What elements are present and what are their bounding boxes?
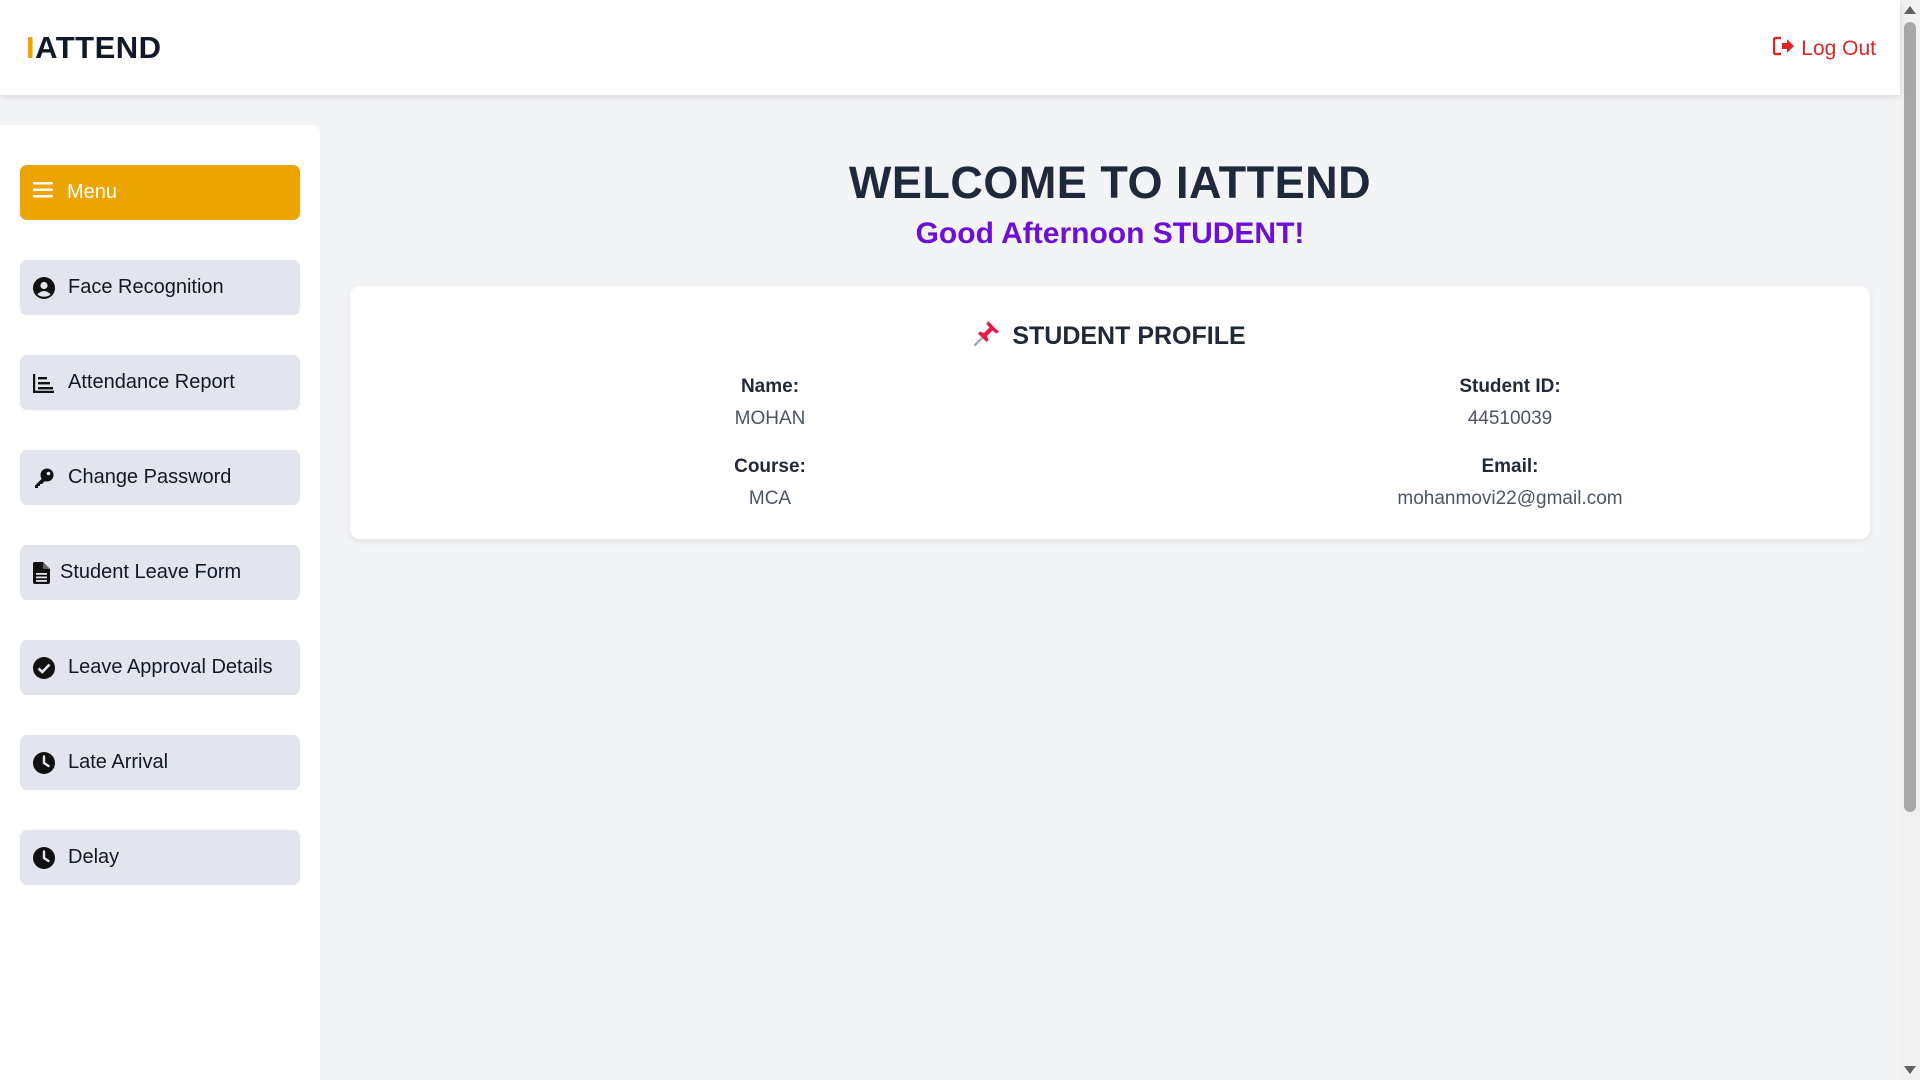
name-value: MOHAN <box>734 408 806 429</box>
name-field: Name: MOHAN <box>570 376 970 430</box>
logout-label: Log Out <box>1801 37 1876 60</box>
document-icon <box>32 561 50 585</box>
pushpin-icon <box>974 320 1000 353</box>
scroll-thumb[interactable] <box>1904 22 1916 812</box>
student-id-field: Student ID: 44510039 <box>1310 376 1710 430</box>
student-id-label: Student ID: <box>1459 376 1561 397</box>
course-label: Course: <box>734 456 806 477</box>
sidebar-item-student-leave-form[interactable]: Student Leave Form <box>20 545 300 600</box>
clock-icon <box>32 751 56 775</box>
logout-icon <box>1773 36 1795 62</box>
sidebar-item-attendance-report[interactable]: Attendance Report <box>20 355 300 410</box>
sidebar-item-label: Attendance Report <box>68 371 235 393</box>
sidebar-item-label: Late Arrival <box>68 751 169 773</box>
sidebar-item-late-arrival[interactable]: Late Arrival <box>20 735 300 790</box>
scroll-down-icon[interactable] <box>1904 1066 1916 1074</box>
app-logo[interactable]: IATTEND <box>26 30 162 66</box>
email-value: mohanmovi22@gmail.com <box>1397 488 1623 509</box>
clock-icon <box>32 846 56 870</box>
email-label: Email: <box>1481 456 1539 477</box>
user-circle-icon <box>32 276 56 300</box>
check-circle-icon <box>32 656 56 680</box>
name-label: Name: <box>740 376 800 397</box>
student-profile-card: STUDENT PROFILE Name: MOHAN Student ID: … <box>350 286 1870 539</box>
page-scrollbar[interactable] <box>1900 0 1920 1080</box>
sidebar-item-label: Change Password <box>68 466 232 488</box>
logout-button[interactable]: Log Out <box>1773 36 1876 62</box>
sidebar-item-face-recognition[interactable]: Face Recognition <box>20 260 300 315</box>
scroll-up-icon[interactable] <box>1904 6 1916 14</box>
sidebar-item-label: Leave Approval Details <box>68 656 273 678</box>
menu-label: Menu <box>67 181 118 203</box>
profile-title-text: STUDENT PROFILE <box>1012 322 1246 350</box>
email-field: Email: mohanmovi22@gmail.com <box>1310 456 1710 510</box>
sidebar-item-label: Face Recognition <box>68 276 224 298</box>
course-field: Course: MCA <box>570 456 970 510</box>
profile-title: STUDENT PROFILE <box>350 320 1870 353</box>
sidebar-item-label: Delay <box>68 846 120 868</box>
sidebar-item-leave-approval-details[interactable]: Leave Approval Details <box>20 640 300 695</box>
logo-accent: I <box>26 30 36 65</box>
logo-text: ATTEND <box>35 30 162 65</box>
sidebar-item-delay[interactable]: Delay <box>20 830 300 885</box>
menu-button[interactable]: Menu <box>20 165 300 220</box>
header: IATTEND Log Out <box>0 0 1900 95</box>
page-title: WELCOME TO IATTEND <box>848 157 1372 208</box>
hamburger-icon <box>33 181 55 205</box>
course-value: MCA <box>748 488 792 509</box>
sidebar: Menu Face Recognition Attendance Report <box>0 125 320 1080</box>
student-id-value: 44510039 <box>1467 408 1553 429</box>
main-content: WELCOME TO IATTEND Good Afternoon STUDEN… <box>320 95 1900 1080</box>
chart-icon <box>32 371 56 395</box>
greeting-text: Good Afternoon STUDENT! <box>915 217 1305 250</box>
key-icon <box>32 466 56 490</box>
sidebar-item-change-password[interactable]: Change Password <box>20 450 300 505</box>
sidebar-item-label: Student Leave Form <box>60 561 242 583</box>
